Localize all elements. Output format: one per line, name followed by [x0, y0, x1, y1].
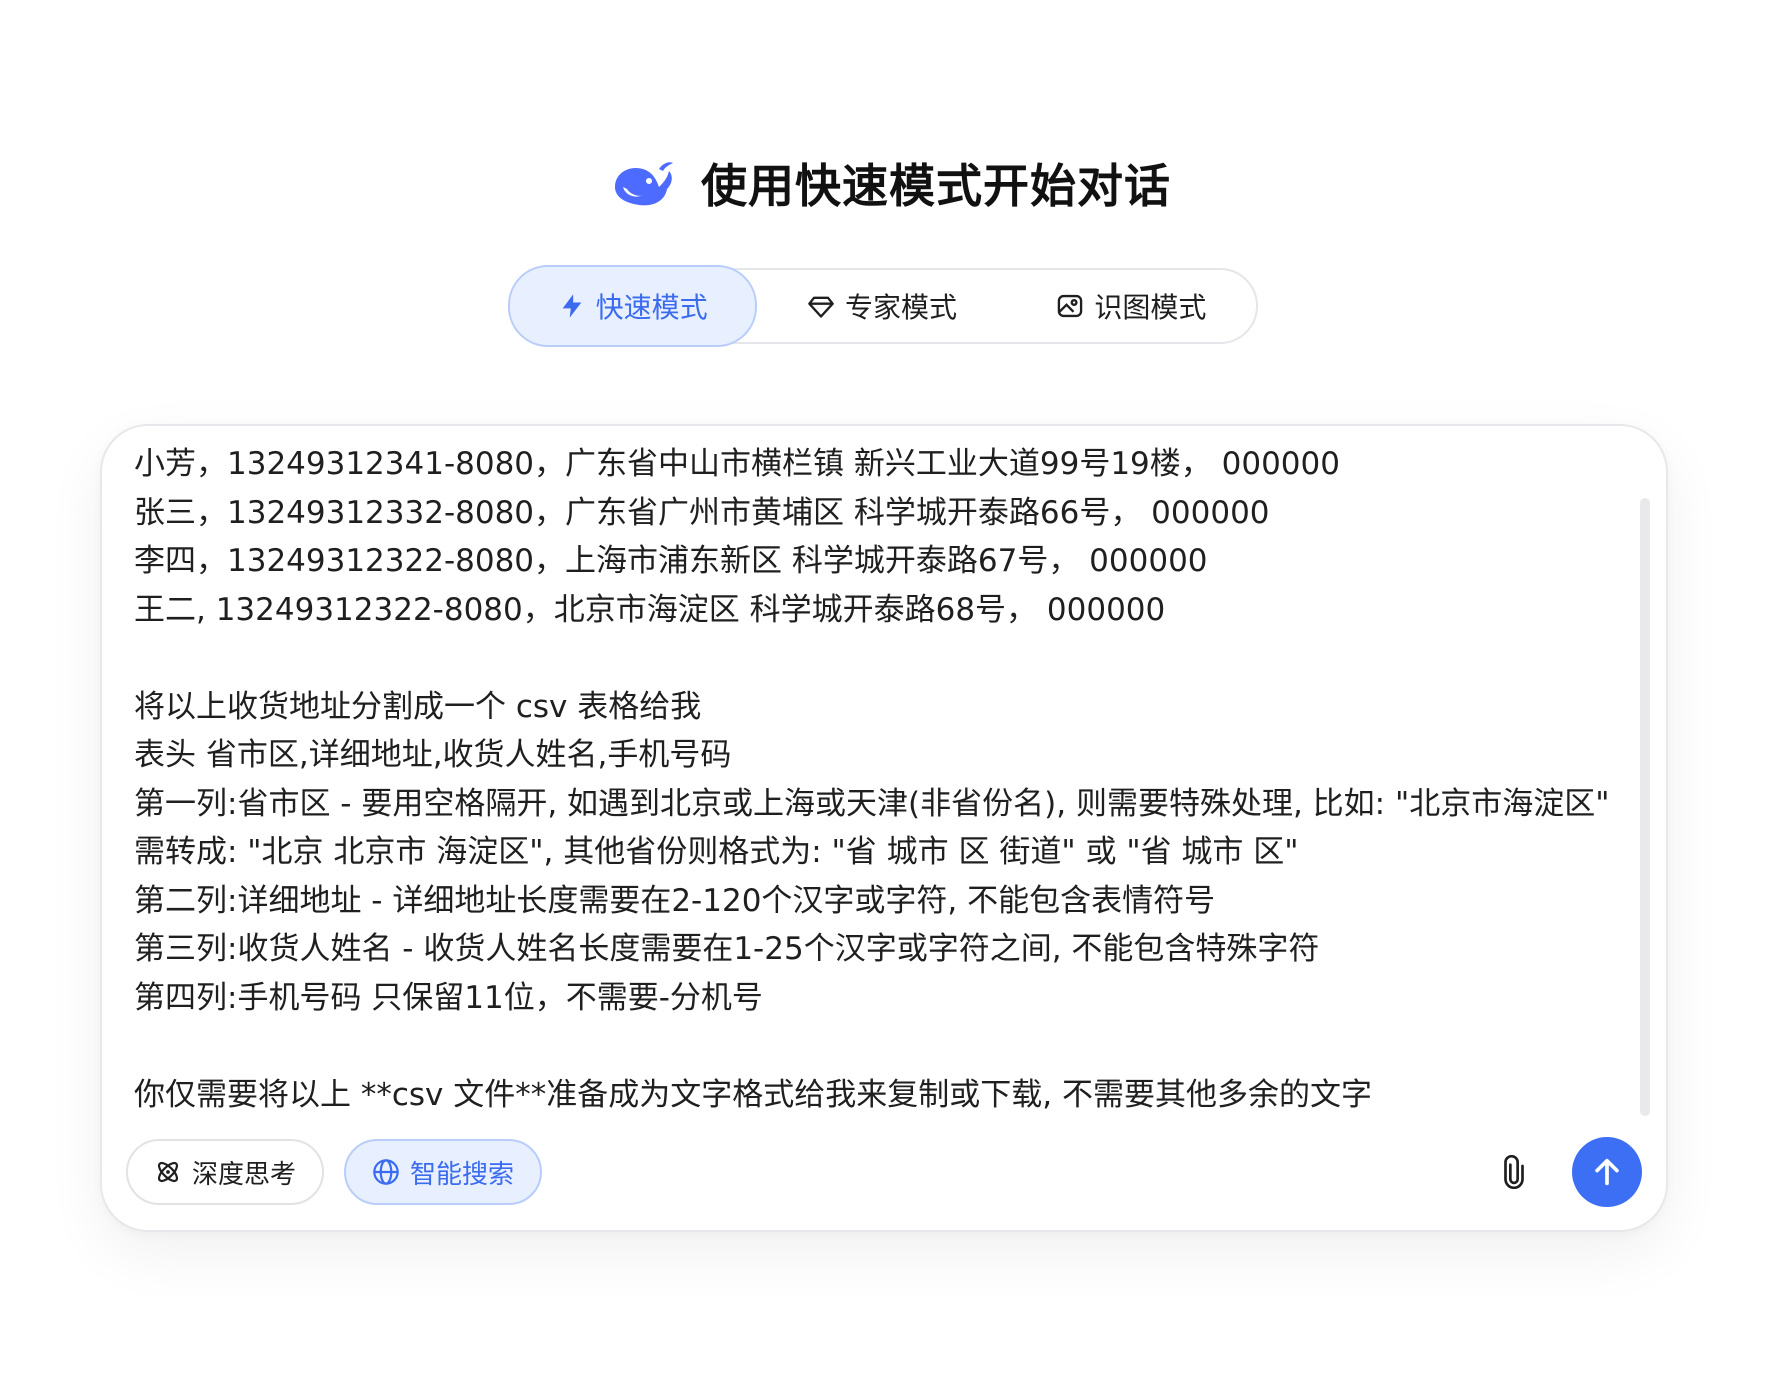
arrow-up-icon: [1590, 1155, 1624, 1189]
tab-fast-mode-label: 快速模式: [595, 291, 708, 324]
mode-switcher: 快速模式 专家模式 识图模式: [508, 265, 1258, 347]
image-icon: [1056, 292, 1084, 320]
composer-scrollbar[interactable]: [1640, 498, 1650, 1116]
tab-expert-mode[interactable]: 专家模式: [757, 266, 1006, 346]
hero-header: 使用快速模式开始对话: [0, 148, 1780, 218]
deep-think-button[interactable]: 深度思考: [126, 1139, 325, 1205]
atom-icon: [154, 1158, 182, 1186]
smart-search-label: 智能搜索: [410, 1159, 515, 1190]
tab-expert-mode-label: 专家模式: [845, 291, 958, 324]
lightning-icon: [558, 292, 586, 320]
paperclip-icon: [1499, 1155, 1529, 1189]
message-input[interactable]: 小芳，13249312341-8080，广东省中山市横栏镇 新兴工业大道99号1…: [134, 440, 1634, 1140]
composer-toolbar: 深度思考 智能搜索: [126, 1137, 1642, 1207]
tab-image-mode-label: 识图模式: [1094, 291, 1207, 324]
deep-think-label: 深度思考: [192, 1159, 297, 1190]
page: 使用快速模式开始对话 快速模式 专家模式 识图模式 小芳，13249312341…: [0, 0, 1780, 1388]
globe-icon: [372, 1158, 400, 1186]
whale-logo-icon: [609, 155, 677, 211]
diamond-icon: [807, 292, 835, 320]
message-composer: 小芳，13249312341-8080，广东省中山市横栏镇 新兴工业大道99号1…: [100, 424, 1668, 1232]
smart-search-button[interactable]: 智能搜索: [344, 1139, 543, 1205]
send-button[interactable]: [1572, 1137, 1642, 1207]
tab-image-mode[interactable]: 识图模式: [1007, 266, 1256, 346]
tab-fast-mode[interactable]: 快速模式: [508, 265, 758, 347]
page-title: 使用快速模式开始对话: [701, 159, 1171, 213]
attach-button[interactable]: [1490, 1148, 1538, 1196]
